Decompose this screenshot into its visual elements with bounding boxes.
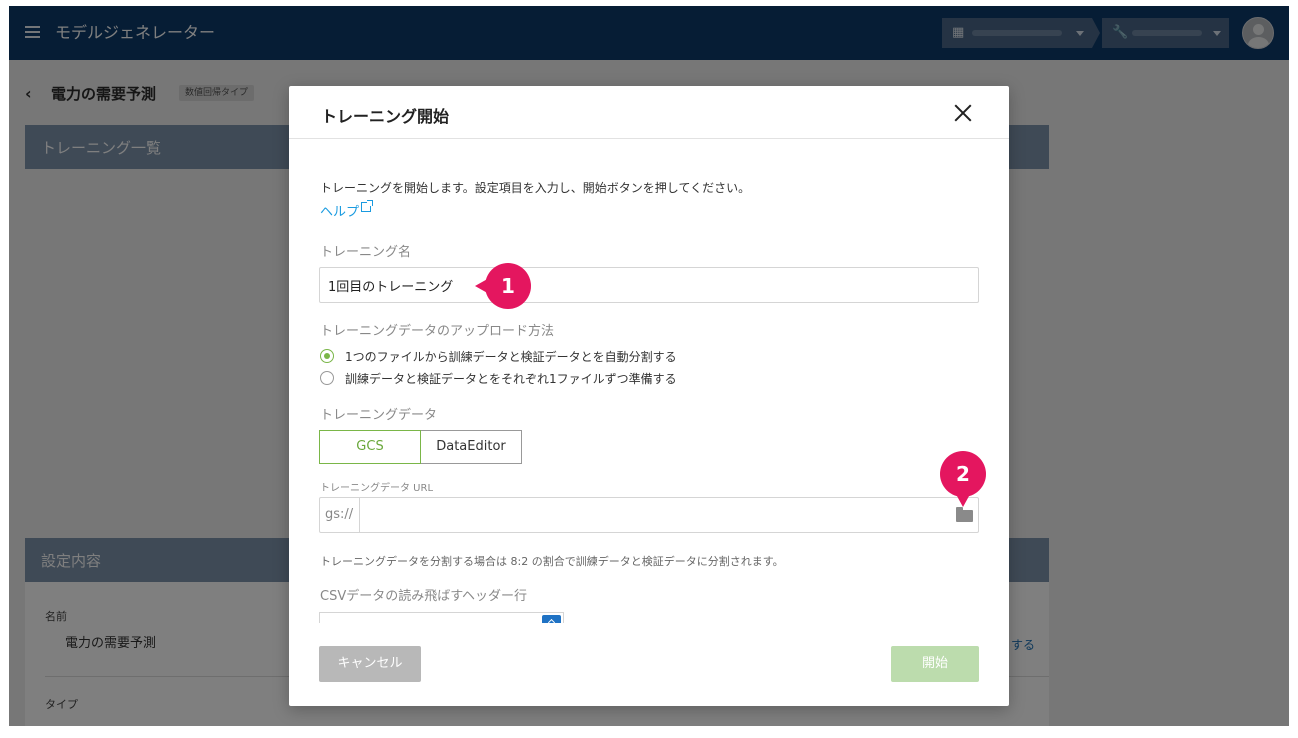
help-link-label: ヘルプ — [320, 205, 360, 220]
data-source-tabs: GCS DataEditor — [319, 430, 522, 464]
csv-skip-header-label: CSVデータの読み飛ばすヘッダー行 — [320, 589, 528, 604]
app-frame: モデルジェネレーター ▦ 🔧 ‹ 電力の需要予測 数値回帰タイプ トレーニング一… — [9, 6, 1289, 726]
chevron-up-icon[interactable] — [542, 615, 561, 623]
callout-number: 2 — [940, 451, 986, 497]
cancel-button[interactable]: キャンセル — [319, 646, 421, 682]
split-ratio-note: トレーニングデータを分割する場合は 8:2 の割合で訓練データと検証データに分割… — [320, 555, 784, 568]
training-data-url-label: トレーニングデータ URL — [320, 483, 434, 494]
help-link[interactable]: ヘルプ — [320, 200, 374, 220]
start-training-dialog: トレーニング開始 トレーニングを開始します。設定項目を入力し、開始ボタンを押して… — [289, 86, 1009, 706]
tab-dataeditor[interactable]: DataEditor — [421, 430, 522, 464]
start-button[interactable]: 開始 — [891, 646, 979, 682]
upload-method-label: トレーニングデータのアップロード方法 — [320, 324, 555, 339]
training-name-input[interactable] — [319, 267, 979, 303]
dialog-title: トレーニング開始 — [321, 107, 450, 126]
callout-number: 1 — [485, 263, 531, 309]
upload-method-option-separate-files[interactable]: 訓練データと検証データとをそれぞれ1ファイルずつ準備する — [320, 369, 677, 387]
upload-method-option-auto-split[interactable]: 1つのファイルから訓練データと検証データとを自動分割する — [320, 347, 677, 365]
training-data-url-field[interactable]: gs:// — [319, 497, 979, 533]
callout-marker-2: 2 — [940, 451, 986, 515]
close-icon[interactable] — [952, 102, 974, 124]
dialog-header: トレーニング開始 — [289, 86, 1009, 139]
radio-selected-icon[interactable] — [320, 349, 334, 363]
csv-skip-header-select[interactable] — [319, 612, 564, 623]
radio-label: 1つのファイルから訓練データと検証データとを自動分割する — [345, 349, 677, 364]
dialog-intro-text: トレーニングを開始します。設定項目を入力し、開始ボタンを押してください。 — [320, 181, 751, 195]
url-prefix: gs:// — [320, 498, 360, 532]
training-name-label: トレーニング名 — [320, 245, 412, 260]
tab-gcs[interactable]: GCS — [319, 430, 421, 464]
radio-label: 訓練データと検証データとをそれぞれ1ファイルずつ準備する — [345, 371, 677, 386]
radio-unselected-icon[interactable] — [320, 371, 334, 385]
training-data-label: トレーニングデータ — [320, 408, 438, 423]
external-link-icon — [361, 200, 374, 212]
callout-marker-1: 1 — [475, 263, 531, 309]
dialog-body[interactable]: トレーニングを開始します。設定項目を入力し、開始ボタンを押してください。 ヘルプ… — [289, 140, 1009, 623]
